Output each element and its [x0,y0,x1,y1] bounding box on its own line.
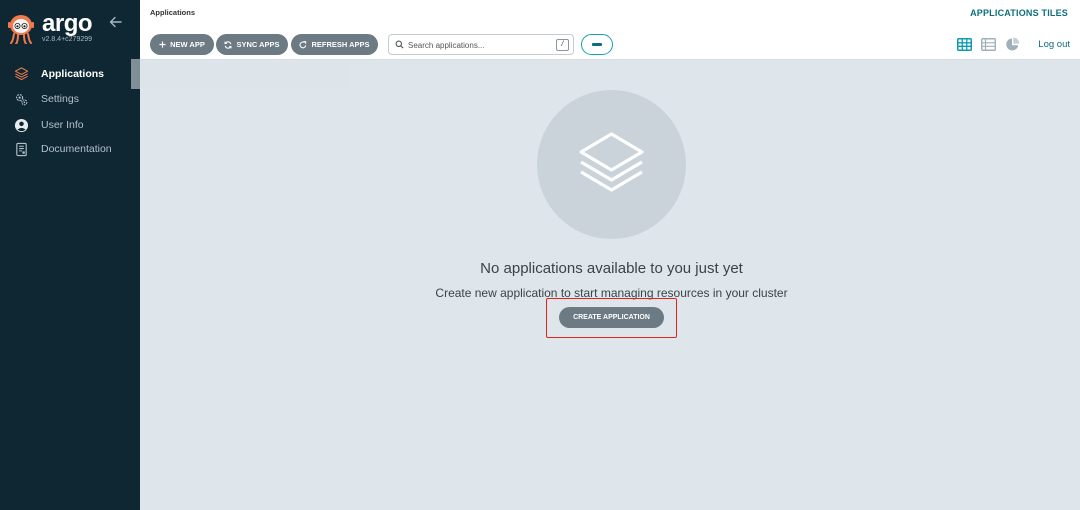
search-box[interactable]: / [388,34,574,55]
sidebar-item-applications[interactable]: Applications [0,62,140,85]
create-application-button[interactable]: CREATE APPLICATION [559,307,664,328]
user-circle-icon [14,118,29,133]
new-app-button[interactable]: NEW APP [150,34,214,55]
view-switcher [957,37,1027,53]
empty-state-title: No applications available to you just ye… [480,260,743,277]
empty-state-illustration [537,90,686,239]
layers-icon [14,66,29,81]
filter-minus-icon [592,43,602,46]
sidebar-nav: Applications Settings User Info Document… [0,62,140,161]
sidebar-item-label: User Info [41,119,84,131]
page-title: APPLICATIONS TILES [970,8,1068,18]
gears-icon [14,92,29,107]
sidebar-item-label: Applications [41,67,105,80]
search-icon [395,40,404,49]
brand-version: v2.8.4+c279299 [42,36,93,43]
refresh-apps-label: REFRESH APPS [311,40,370,49]
logout-link[interactable]: Log out [1038,39,1070,50]
pie-chart-view-icon[interactable] [1005,37,1020,52]
list-view-icon[interactable] [981,37,996,52]
search-input[interactable] [408,38,548,52]
plus-icon [159,41,166,48]
sync-apps-label: SYNC APPS [236,40,280,49]
new-app-label: NEW APP [170,40,205,49]
layers-icon [579,132,644,192]
sidebar-item-documentation[interactable]: Documentation [0,137,140,161]
argo-logo-icon [8,15,34,44]
filter-toggle-button[interactable] [581,34,613,55]
sidebar-item-label: Documentation [41,143,112,155]
tiles-view-icon[interactable] [957,37,972,52]
sync-icon [224,40,232,49]
refresh-apps-button[interactable]: REFRESH APPS [291,34,378,55]
arrow-left-icon[interactable] [108,14,124,30]
topbar: Applications APPLICATIONS TILES NEW APP … [140,0,1080,60]
brand-name: argo [42,10,93,37]
refresh-icon [299,40,307,48]
docs-icon [14,142,29,157]
sync-apps-button[interactable]: SYNC APPS [216,34,288,55]
sidebar-item-label: Settings [41,93,79,105]
sidebar-item-user-info[interactable]: User Info [0,113,140,137]
breadcrumb[interactable]: Applications [150,8,195,17]
sidebar: argo v2.8.4+c279299 Applications Setting… [0,0,140,510]
tooltip-ghost [131,59,347,89]
sidebar-item-settings[interactable]: Settings [0,87,140,111]
search-shortcut-hint: / [556,39,569,51]
